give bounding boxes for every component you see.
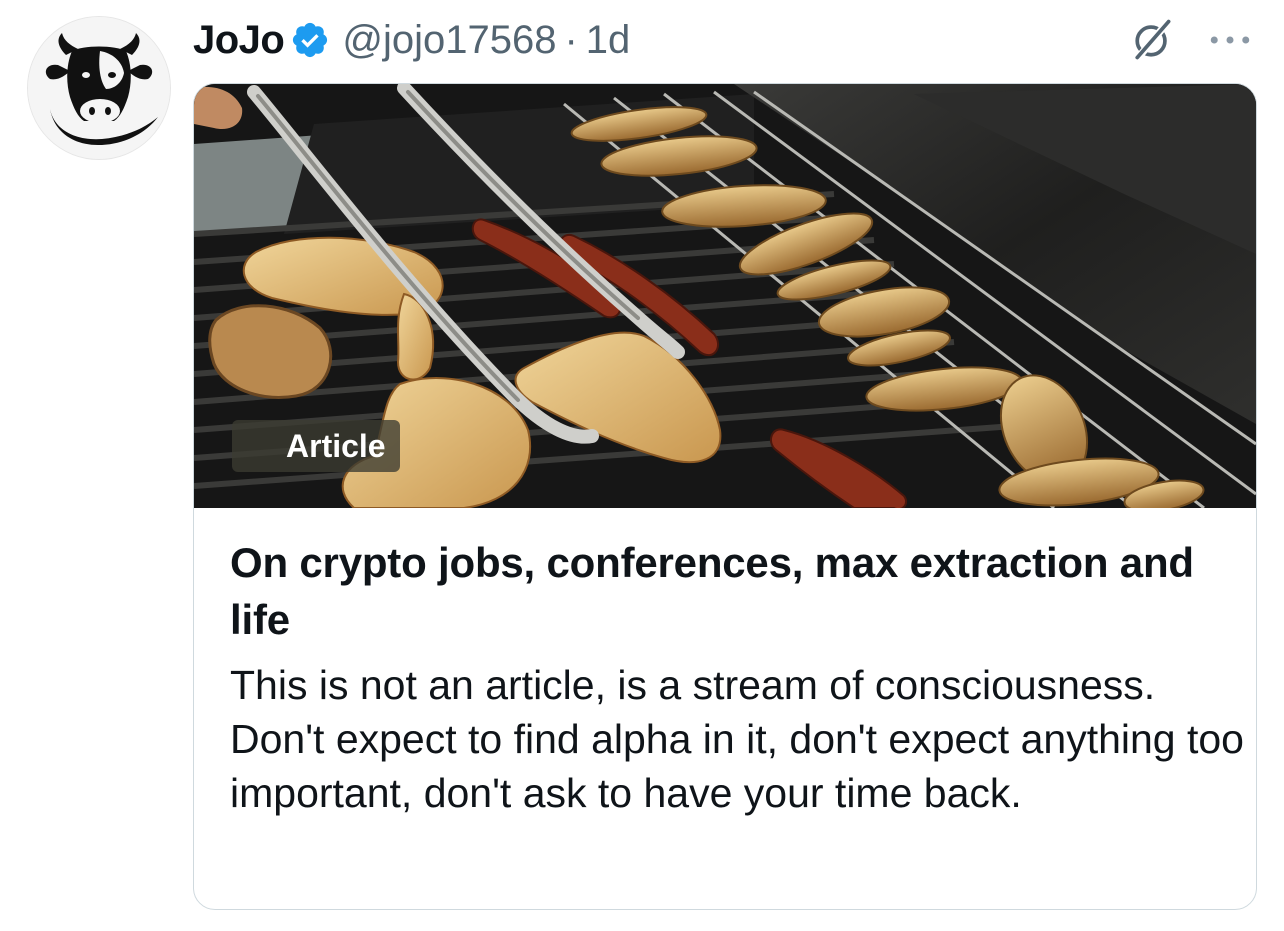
user-handle[interactable]: @jojo17568 <box>342 18 556 63</box>
article-title[interactable]: On crypto jobs, conferences, max extract… <box>230 534 1240 648</box>
separator-dot: · <box>564 17 578 62</box>
verified-badge-icon[interactable] <box>290 20 330 60</box>
avatar[interactable] <box>27 16 171 160</box>
article-card[interactable]: Article On crypto jobs, conferences, max… <box>193 83 1257 910</box>
article-description: This is not an article, is a stream of c… <box>230 662 1244 816</box>
more-dots-icon[interactable] <box>1204 20 1256 60</box>
tweet[interactable]: JoJo @jojo17568 · 1d Article On crypto j… <box>0 0 1284 931</box>
timestamp[interactable]: 1d <box>586 18 631 63</box>
article-badge: Article <box>232 420 400 472</box>
article-cover-image[interactable]: Article <box>194 84 1256 508</box>
grok-icon[interactable] <box>1126 14 1178 66</box>
display-name[interactable]: JoJo <box>193 18 285 63</box>
x-logo-icon <box>242 428 278 464</box>
cow-head-logo-icon <box>28 17 170 159</box>
tweet-header: JoJo @jojo17568 · 1d <box>193 10 630 70</box>
article-badge-label: Article <box>286 427 386 464</box>
